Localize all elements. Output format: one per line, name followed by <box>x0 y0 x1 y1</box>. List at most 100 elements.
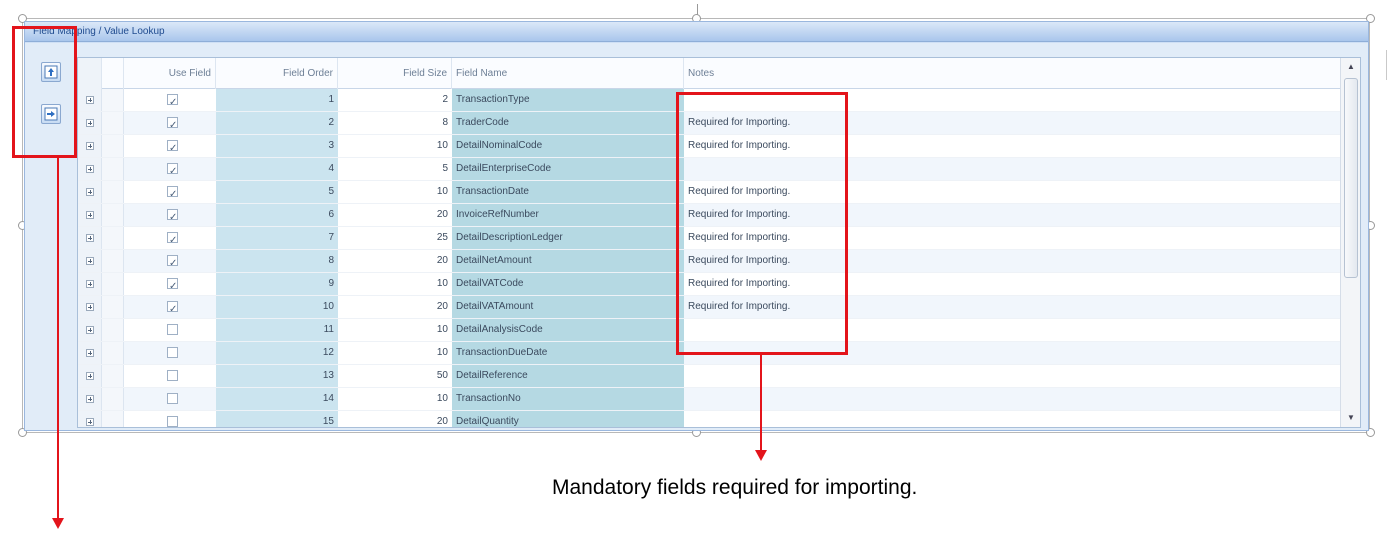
field-order-cell[interactable]: 15 <box>216 411 338 427</box>
use-field-checkbox[interactable] <box>167 184 178 203</box>
table-row[interactable]: 13 50 DetailReference <box>78 365 1340 388</box>
notes-cell[interactable] <box>684 411 1340 427</box>
expand-plus-icon[interactable] <box>86 326 94 334</box>
field-order-cell[interactable]: 1 <box>216 89 338 111</box>
field-order-cell[interactable]: 12 <box>216 342 338 364</box>
field-size-cell[interactable]: 8 <box>338 112 452 134</box>
row-selector[interactable] <box>102 342 124 364</box>
header-notes[interactable]: Notes <box>684 58 1340 89</box>
row-expand-cell[interactable] <box>78 204 102 226</box>
row-selector[interactable] <box>102 112 124 134</box>
field-name-cell[interactable]: TransactionType <box>452 89 684 111</box>
expand-plus-icon[interactable] <box>86 96 94 104</box>
use-field-checkbox[interactable] <box>167 370 178 381</box>
use-field-cell[interactable] <box>124 112 216 134</box>
use-field-cell[interactable] <box>124 319 216 341</box>
field-name-cell[interactable]: InvoiceRefNumber <box>452 204 684 226</box>
expand-plus-icon[interactable] <box>86 119 94 127</box>
field-size-cell[interactable]: 10 <box>338 319 452 341</box>
field-size-cell[interactable]: 25 <box>338 227 452 249</box>
field-order-cell[interactable]: 6 <box>216 204 338 226</box>
field-size-cell[interactable]: 20 <box>338 250 452 272</box>
field-order-cell[interactable]: 3 <box>216 135 338 157</box>
field-order-cell[interactable]: 2 <box>216 112 338 134</box>
use-field-cell[interactable] <box>124 204 216 226</box>
use-field-checkbox[interactable] <box>167 115 178 134</box>
field-order-cell[interactable]: 11 <box>216 319 338 341</box>
row-selector[interactable] <box>102 135 124 157</box>
row-selector[interactable] <box>102 296 124 318</box>
row-selector[interactable] <box>102 365 124 387</box>
field-name-cell[interactable]: TransactionDate <box>452 181 684 203</box>
field-name-cell[interactable]: DetailQuantity <box>452 411 684 427</box>
field-name-cell[interactable]: DetailReference <box>452 365 684 387</box>
expand-plus-icon[interactable] <box>86 165 94 173</box>
field-name-cell[interactable]: DetailNominalCode <box>452 135 684 157</box>
expand-plus-icon[interactable] <box>86 234 94 242</box>
row-expand-cell[interactable] <box>78 319 102 341</box>
expand-plus-icon[interactable] <box>86 211 94 219</box>
table-row[interactable]: 14 10 TransactionNo <box>78 388 1340 411</box>
use-field-cell[interactable] <box>124 135 216 157</box>
vertical-scrollbar[interactable]: ▲ ▼ <box>1340 58 1360 427</box>
notes-cell[interactable] <box>684 388 1340 410</box>
field-size-cell[interactable]: 10 <box>338 388 452 410</box>
row-expand-cell[interactable] <box>78 342 102 364</box>
field-size-cell[interactable]: 2 <box>338 89 452 111</box>
row-expand-cell[interactable] <box>78 227 102 249</box>
row-expand-cell[interactable] <box>78 250 102 272</box>
field-order-cell[interactable]: 4 <box>216 158 338 180</box>
use-field-cell[interactable] <box>124 158 216 180</box>
field-size-cell[interactable]: 10 <box>338 342 452 364</box>
field-name-cell[interactable]: TraderCode <box>452 112 684 134</box>
field-name-cell[interactable]: DetailAnalysisCode <box>452 319 684 341</box>
table-row[interactable]: 15 20 DetailQuantity <box>78 411 1340 427</box>
field-order-cell[interactable]: 10 <box>216 296 338 318</box>
row-expand-cell[interactable] <box>78 135 102 157</box>
scrollbar-thumb[interactable] <box>1344 78 1358 278</box>
row-expand-cell[interactable] <box>78 411 102 427</box>
field-name-cell[interactable]: DetailNetAmount <box>452 250 684 272</box>
field-name-cell[interactable]: DetailEnterpriseCode <box>452 158 684 180</box>
row-selector[interactable] <box>102 89 124 111</box>
field-name-cell[interactable]: DetailDescriptionLedger <box>452 227 684 249</box>
row-selector[interactable] <box>102 181 124 203</box>
row-selector[interactable] <box>102 204 124 226</box>
field-name-cell[interactable]: TransactionNo <box>452 388 684 410</box>
expand-plus-icon[interactable] <box>86 349 94 357</box>
field-size-cell[interactable]: 10 <box>338 181 452 203</box>
expand-plus-icon[interactable] <box>86 372 94 380</box>
row-selector[interactable] <box>102 411 124 427</box>
row-selector[interactable] <box>102 273 124 295</box>
expand-plus-icon[interactable] <box>86 303 94 311</box>
row-expand-cell[interactable] <box>78 158 102 180</box>
expand-plus-icon[interactable] <box>86 188 94 196</box>
header-field-size[interactable]: Field Size <box>338 58 452 89</box>
field-order-cell[interactable]: 14 <box>216 388 338 410</box>
use-field-cell[interactable] <box>124 227 216 249</box>
use-field-checkbox[interactable] <box>167 230 178 249</box>
header-field-name[interactable]: Field Name <box>452 58 684 89</box>
use-field-checkbox[interactable] <box>167 299 178 318</box>
field-order-cell[interactable]: 7 <box>216 227 338 249</box>
field-order-cell[interactable]: 13 <box>216 365 338 387</box>
use-field-cell[interactable] <box>124 181 216 203</box>
row-selector[interactable] <box>102 388 124 410</box>
use-field-checkbox[interactable] <box>167 138 178 157</box>
row-expand-cell[interactable] <box>78 181 102 203</box>
use-field-checkbox[interactable] <box>167 253 178 272</box>
field-size-cell[interactable]: 20 <box>338 204 452 226</box>
expand-plus-icon[interactable] <box>86 280 94 288</box>
field-size-cell[interactable]: 20 <box>338 411 452 427</box>
expand-plus-icon[interactable] <box>86 418 94 426</box>
expand-plus-icon[interactable] <box>86 257 94 265</box>
use-field-checkbox[interactable] <box>167 347 178 358</box>
use-field-checkbox[interactable] <box>167 324 178 335</box>
use-field-cell[interactable] <box>124 296 216 318</box>
expand-plus-icon[interactable] <box>86 142 94 150</box>
scroll-down-icon[interactable]: ▼ <box>1341 409 1360 427</box>
row-expand-cell[interactable] <box>78 273 102 295</box>
use-field-checkbox[interactable] <box>167 207 178 226</box>
field-order-cell[interactable]: 8 <box>216 250 338 272</box>
use-field-checkbox[interactable] <box>167 393 178 404</box>
